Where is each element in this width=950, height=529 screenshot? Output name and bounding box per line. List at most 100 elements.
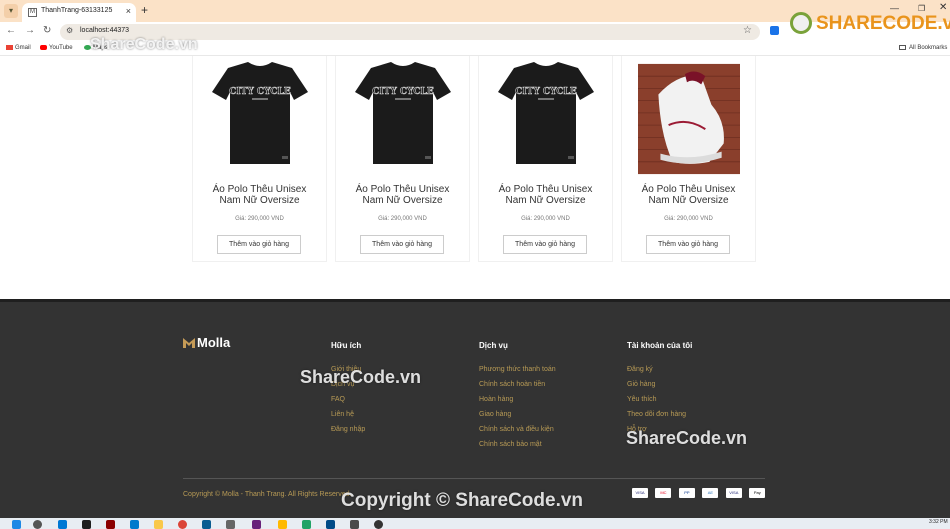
bookmark-gmail[interactable]: Gmail	[6, 45, 31, 51]
visual-studio-icon[interactable]	[252, 520, 261, 529]
gmail-icon	[6, 45, 13, 50]
footer-logo[interactable]: Molla	[197, 335, 230, 350]
footer-column-account: Tài khoản của tôi Đăng ký Giỏ hàng Yêu t…	[627, 341, 692, 437]
footer-link[interactable]: Đăng ký	[627, 362, 692, 377]
tab-search-button[interactable]: ▾	[4, 4, 18, 18]
product-price: Giá: 290,000 VND	[521, 216, 570, 222]
paypal-icon: PP	[678, 488, 695, 498]
payment-methods: VISA MC PP AE VISA Pay	[629, 488, 766, 498]
molla-logo-icon	[183, 338, 195, 348]
add-to-cart-button[interactable]: Thêm vào giỏ hàng	[503, 235, 587, 254]
os-taskbar: 3:32 PM	[0, 518, 950, 529]
app-icon[interactable]	[326, 520, 335, 529]
product-name[interactable]: Áo Polo Thêu Unisex Nam Nữ Oversize	[622, 184, 755, 206]
mastercard-icon: MC	[655, 488, 672, 498]
product-card[interactable]: CITY CYCLE Áo Polo Thêu Unisex Nam Nữ Ov…	[193, 56, 326, 261]
favicon-icon: M	[28, 8, 37, 17]
footer-link[interactable]: Hoàn hàng	[479, 392, 556, 407]
footer-link[interactable]: Chính sách và điều kiện	[479, 422, 556, 437]
file-explorer-icon[interactable]	[154, 520, 163, 529]
settings-icon[interactable]	[226, 520, 235, 529]
product-price: Giá: 290,000 VND	[235, 216, 284, 222]
amex-icon: AE	[702, 488, 719, 498]
footer-divider	[183, 478, 765, 479]
footer-link[interactable]: Chính sách bảo mật	[479, 437, 556, 452]
footer-column-useful: Hữu ích Giới thiệu Dịch vụ FAQ Liên hệ Đ…	[331, 341, 365, 437]
window-close-icon[interactable]: ✕	[939, 2, 947, 13]
watermark-text: ShareCode.vn	[90, 36, 198, 53]
all-bookmarks-button[interactable]: All Bookmarks	[899, 45, 947, 51]
app-icon[interactable]	[202, 520, 211, 529]
excel-icon[interactable]	[302, 520, 311, 529]
edge-icon[interactable]	[58, 520, 67, 529]
translate-icon[interactable]	[770, 26, 779, 35]
product-card[interactable]: Áo Polo Thêu Unisex Nam Nữ Oversize Giá:…	[622, 56, 755, 261]
footer-link[interactable]: Theo dõi đơn hàng	[627, 407, 692, 422]
maximize-icon[interactable]: ❐	[918, 4, 925, 13]
svg-text:CITY CYCLE: CITY CYCLE	[515, 87, 577, 97]
site-footer: Molla Hữu ích Giới thiệu Dịch vụ FAQ Liê…	[0, 299, 950, 518]
tab-title: ThanhTrang-63133125	[41, 7, 113, 14]
watermark-logo-text: SHARECODE.vn	[816, 13, 950, 34]
watermark-text: ShareCode.vn	[300, 367, 422, 387]
bookmark-youtube[interactable]: YouTube	[40, 45, 73, 51]
photoshop-icon[interactable]	[82, 520, 91, 529]
product-image-tshirt[interactable]: CITY CYCLE	[496, 60, 596, 168]
footer-link[interactable]: Giao hàng	[479, 407, 556, 422]
youtube-icon	[40, 45, 47, 50]
new-tab-button[interactable]: +	[141, 3, 148, 17]
product-grid: CITY CYCLE Áo Polo Thêu Unisex Nam Nữ Ov…	[0, 56, 950, 299]
illustrator-icon[interactable]	[106, 520, 115, 529]
chrome-icon[interactable]	[178, 520, 187, 529]
product-name[interactable]: Áo Polo Thêu Unisex Nam Nữ Oversize	[479, 184, 612, 206]
footer-link[interactable]: Giỏ hàng	[627, 377, 692, 392]
url-text: localhost:44373	[80, 27, 130, 34]
footer-link[interactable]: Chính sách hoàn tiền	[479, 377, 556, 392]
footer-link[interactable]: Phương thức thanh toán	[479, 362, 556, 377]
minimize-icon[interactable]: —	[890, 3, 899, 13]
footer-column-title: Dịch vụ	[479, 341, 508, 350]
site-info-icon[interactable]: ⚙	[66, 26, 73, 35]
add-to-cart-button[interactable]: Thêm vào giỏ hàng	[646, 235, 730, 254]
apple-pay-icon: Pay	[749, 488, 766, 498]
bookmark-star-icon[interactable]: ☆	[743, 25, 752, 36]
product-card[interactable]: CITY CYCLE Áo Polo Thêu Unisex Nam Nữ Ov…	[336, 56, 469, 261]
footer-column-title: Hữu ích	[331, 341, 362, 350]
footer-link[interactable]: FAQ	[331, 392, 365, 407]
product-image-tshirt[interactable]: CITY CYCLE	[210, 60, 310, 168]
sticky-notes-icon[interactable]	[278, 520, 287, 529]
product-card[interactable]: CITY CYCLE Áo Polo Thêu Unisex Nam Nữ Ov…	[479, 56, 612, 261]
forward-icon[interactable]: →	[25, 25, 35, 36]
tab-close-icon[interactable]: ×	[126, 6, 131, 16]
footer-link[interactable]: Đăng nhập	[331, 422, 365, 437]
product-image-sneaker[interactable]	[638, 60, 740, 178]
page-viewport: CITY CYCLE Áo Polo Thêu Unisex Nam Nữ Ov…	[0, 56, 950, 518]
svg-text:CITY CYCLE: CITY CYCLE	[229, 87, 291, 97]
product-image-tshirt[interactable]: CITY CYCLE	[353, 60, 453, 168]
product-name[interactable]: Áo Polo Thêu Unisex Nam Nữ Oversize	[193, 184, 326, 206]
footer-column-title: Tài khoản của tôi	[627, 341, 693, 350]
add-to-cart-button[interactable]: Thêm vào giỏ hàng	[217, 235, 301, 254]
browser-tab[interactable]: M ThanhTrang-63133125 ×	[22, 3, 136, 22]
app-icon[interactable]	[374, 520, 383, 529]
watermark-copyright: Copyright © ShareCode.vn	[341, 490, 584, 511]
product-price: Giá: 290,000 VND	[378, 216, 427, 222]
footer-link[interactable]: Liên hệ	[331, 407, 365, 422]
app-icon[interactable]	[350, 520, 359, 529]
sharecode-logo-icon	[790, 12, 812, 34]
footer-column-services: Dịch vụ Phương thức thanh toán Chính sác…	[479, 341, 556, 452]
vscode-icon[interactable]	[130, 520, 139, 529]
start-icon[interactable]	[12, 520, 21, 529]
back-icon[interactable]: ←	[6, 25, 16, 36]
product-price: Giá: 290,000 VND	[664, 216, 713, 222]
search-icon[interactable]	[33, 520, 42, 529]
footer-link[interactable]: Yêu thích	[627, 392, 692, 407]
product-name[interactable]: Áo Polo Thêu Unisex Nam Nữ Oversize	[336, 184, 469, 206]
svg-text:CITY CYCLE: CITY CYCLE	[372, 87, 434, 97]
clock: 3:32 PM	[929, 519, 948, 525]
footer-copyright: Copyright © Molla - Thanh Trang. All Rig…	[183, 491, 352, 498]
reload-icon[interactable]: ↻	[43, 25, 51, 36]
folder-icon	[899, 45, 906, 50]
watermark-text: ShareCode.vn	[626, 428, 748, 448]
add-to-cart-button[interactable]: Thêm vào giỏ hàng	[360, 235, 444, 254]
